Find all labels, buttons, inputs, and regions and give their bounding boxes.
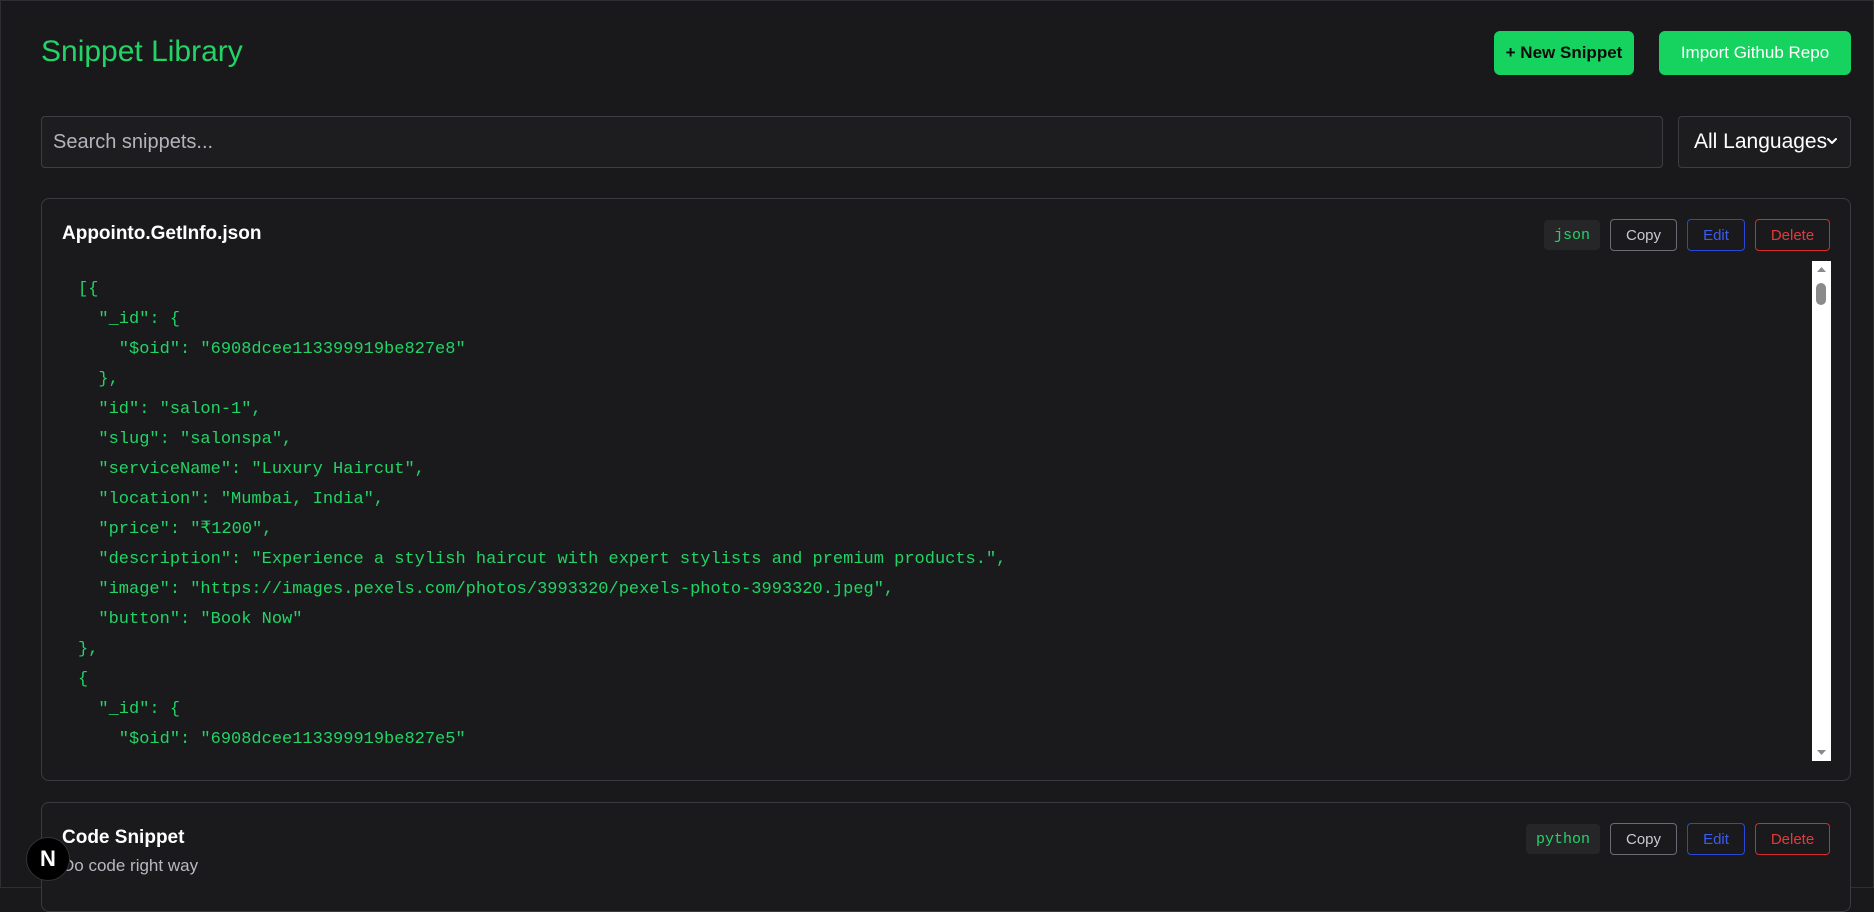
import-github-repo-button[interactable]: Import Github Repo	[1659, 31, 1851, 75]
new-snippet-button[interactable]: + New Snippet	[1494, 31, 1634, 75]
page-title: Snippet Library	[41, 35, 243, 68]
code-text: [{ "_id": { "$oid": "6908dcee113399919be…	[78, 280, 1007, 749]
language-badge: json	[1543, 220, 1600, 250]
language-select-value: All Languages	[1694, 130, 1828, 153]
snippet-title: Code Snippet	[62, 827, 185, 848]
delete-button[interactable]: Delete	[1755, 823, 1830, 855]
scroll-up-arrow-icon[interactable]	[1812, 261, 1831, 278]
search-input[interactable]	[41, 116, 1663, 168]
scrollbar-thumb[interactable]	[1816, 283, 1826, 305]
copy-button[interactable]: Copy	[1610, 823, 1677, 855]
snippet-actions: python Copy Edit Delete	[1525, 823, 1830, 855]
scroll-down-arrow-icon[interactable]	[1812, 744, 1831, 761]
filter-bar: All Languages	[41, 116, 1851, 168]
language-select[interactable]: All Languages	[1678, 116, 1851, 168]
header: Snippet Library + New Snippet Import Git…	[41, 31, 1851, 77]
snippet-description: Do code right way	[62, 856, 199, 875]
edit-button[interactable]: Edit	[1687, 219, 1745, 251]
chevron-down-icon	[1827, 138, 1837, 144]
edit-button[interactable]: Edit	[1687, 823, 1745, 855]
code-block: [{ "_id": { "$oid": "6908dcee113399919be…	[62, 261, 1831, 761]
delete-button[interactable]: Delete	[1755, 219, 1830, 251]
code-area[interactable]: [{ "_id": { "$oid": "6908dcee113399919be…	[62, 261, 1812, 761]
code-scrollbar[interactable]	[1812, 261, 1831, 761]
copy-button[interactable]: Copy	[1610, 219, 1677, 251]
snippet-card: Appointo.GetInfo.json json Copy Edit Del…	[41, 198, 1851, 781]
snippet-title: Appointo.GetInfo.json	[62, 223, 262, 244]
snippet-card: Code Snippet Do code right way python Co…	[41, 802, 1851, 912]
snippet-actions: json Copy Edit Delete	[1543, 219, 1830, 251]
language-badge: python	[1525, 824, 1600, 854]
dev-tools-badge[interactable]: N	[26, 837, 70, 881]
